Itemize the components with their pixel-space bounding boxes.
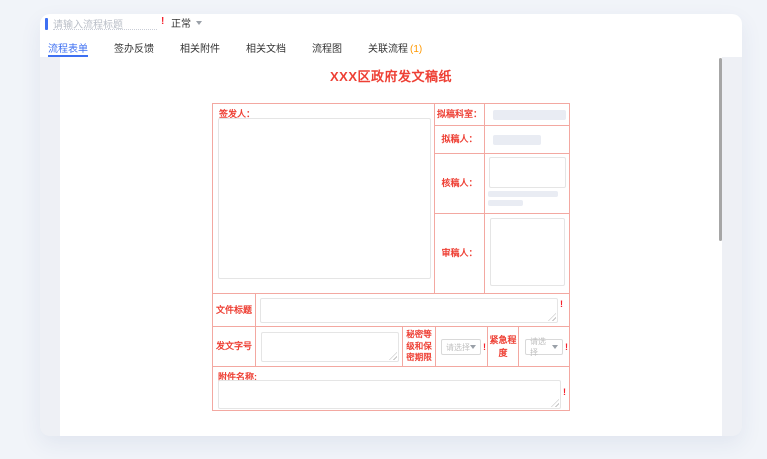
- urgency-select[interactable]: 请选择: [525, 339, 563, 355]
- drafter-value: [493, 135, 541, 145]
- draft-dept-label: 拟稿科室：: [435, 104, 485, 126]
- doc-number-textarea[interactable]: [261, 332, 399, 362]
- status-select[interactable]: 正常: [171, 15, 202, 30]
- tab-label: 相关附件: [180, 44, 220, 55]
- resize-handle-icon[interactable]: [548, 313, 556, 321]
- tab-flowchart[interactable]: 流程图: [312, 36, 342, 57]
- tab-label: 流程图: [312, 44, 342, 55]
- linked-process-count-badge: (1): [410, 44, 422, 55]
- form-table: 签发人： 拟稿科室： 拟稿人： 核稿人： 审稿人：: [212, 103, 570, 411]
- drafter-label: 拟稿人：: [435, 126, 485, 154]
- examiner-cell: [485, 214, 569, 294]
- scrollbar[interactable]: [719, 58, 722, 241]
- tab-label: 流程表单: [48, 44, 88, 55]
- required-mark: !: [563, 387, 566, 397]
- tab-process-form[interactable]: 流程表单: [48, 36, 88, 57]
- required-mark: !: [565, 342, 568, 352]
- tab-related-documents[interactable]: 相关文档: [246, 36, 286, 57]
- urgency-label: 紧急程度: [488, 327, 519, 367]
- doc-number-label: 发文字号: [213, 327, 256, 367]
- secrecy-select-placeholder: 请选择: [446, 342, 470, 353]
- reviewer-textarea[interactable]: [489, 157, 566, 188]
- secrecy-cell: 请选择 !: [436, 327, 488, 367]
- status-value: 正常: [171, 15, 191, 30]
- signer-cell: 签发人：: [213, 104, 435, 294]
- document-panel: XXX区政府发文稿纸 签发人： 拟稿科室： 拟稿人： 核稿人：: [60, 57, 722, 436]
- tab-label: 相关文档: [246, 44, 286, 55]
- secrecy-label: 秘密等级和保密期限: [403, 327, 436, 367]
- accent-bar: [45, 18, 48, 30]
- chevron-down-icon: [470, 345, 476, 349]
- card-header: 请输入流程标题 ! 正常 流程表单 签办反馈 相关附件 相关文档 流程图 关联流…: [40, 14, 742, 57]
- signer-textarea[interactable]: [218, 118, 431, 279]
- chevron-down-icon: [552, 345, 558, 349]
- tab-sign-feedback[interactable]: 签办反馈: [114, 36, 154, 57]
- attachment-cell: 附件名称: !: [213, 367, 569, 412]
- doc-number-cell: [256, 327, 403, 367]
- resize-handle-icon[interactable]: [551, 399, 559, 407]
- tab-linked-processes[interactable]: 关联流程(1): [368, 36, 422, 57]
- tab-bar: 流程表单 签办反馈 相关附件 相关文档 流程图 关联流程(1): [48, 36, 422, 57]
- urgency-select-placeholder: 请选择: [530, 336, 552, 358]
- resize-handle-icon[interactable]: [389, 352, 397, 360]
- doc-title-textarea[interactable]: [260, 298, 558, 323]
- examiner-label: 审稿人：: [435, 214, 485, 294]
- doc-title-cell: !: [256, 294, 569, 327]
- draft-dept-cell: [485, 104, 569, 126]
- chevron-down-icon: [196, 21, 202, 25]
- form-title: XXX区政府发文稿纸: [60, 66, 722, 85]
- tab-label: 关联流程: [368, 44, 408, 55]
- reviewer-label: 核稿人：: [435, 154, 485, 214]
- required-mark: !: [560, 299, 563, 309]
- tab-related-attachments[interactable]: 相关附件: [180, 36, 220, 57]
- process-title-input[interactable]: 请输入流程标题: [53, 15, 157, 30]
- urgency-cell: 请选择 !: [519, 327, 569, 367]
- secrecy-select[interactable]: 请选择: [441, 339, 481, 355]
- draft-dept-value: [493, 110, 566, 120]
- drafter-cell: [485, 126, 569, 154]
- tab-label: 签办反馈: [114, 44, 154, 55]
- attachment-textarea[interactable]: [218, 380, 561, 409]
- examiner-textarea[interactable]: [490, 218, 565, 286]
- doc-title-label: 文件标题: [213, 294, 256, 327]
- process-title-placeholder: 请输入流程标题: [53, 20, 123, 31]
- reviewer-value-1: [488, 191, 558, 197]
- reviewer-cell: [485, 154, 569, 214]
- reviewer-value-2: [488, 200, 523, 206]
- required-mark: !: [161, 16, 164, 27]
- workflow-card: 请输入流程标题 ! 正常 流程表单 签办反馈 相关附件 相关文档 流程图 关联流…: [40, 14, 742, 436]
- required-mark: !: [483, 342, 486, 352]
